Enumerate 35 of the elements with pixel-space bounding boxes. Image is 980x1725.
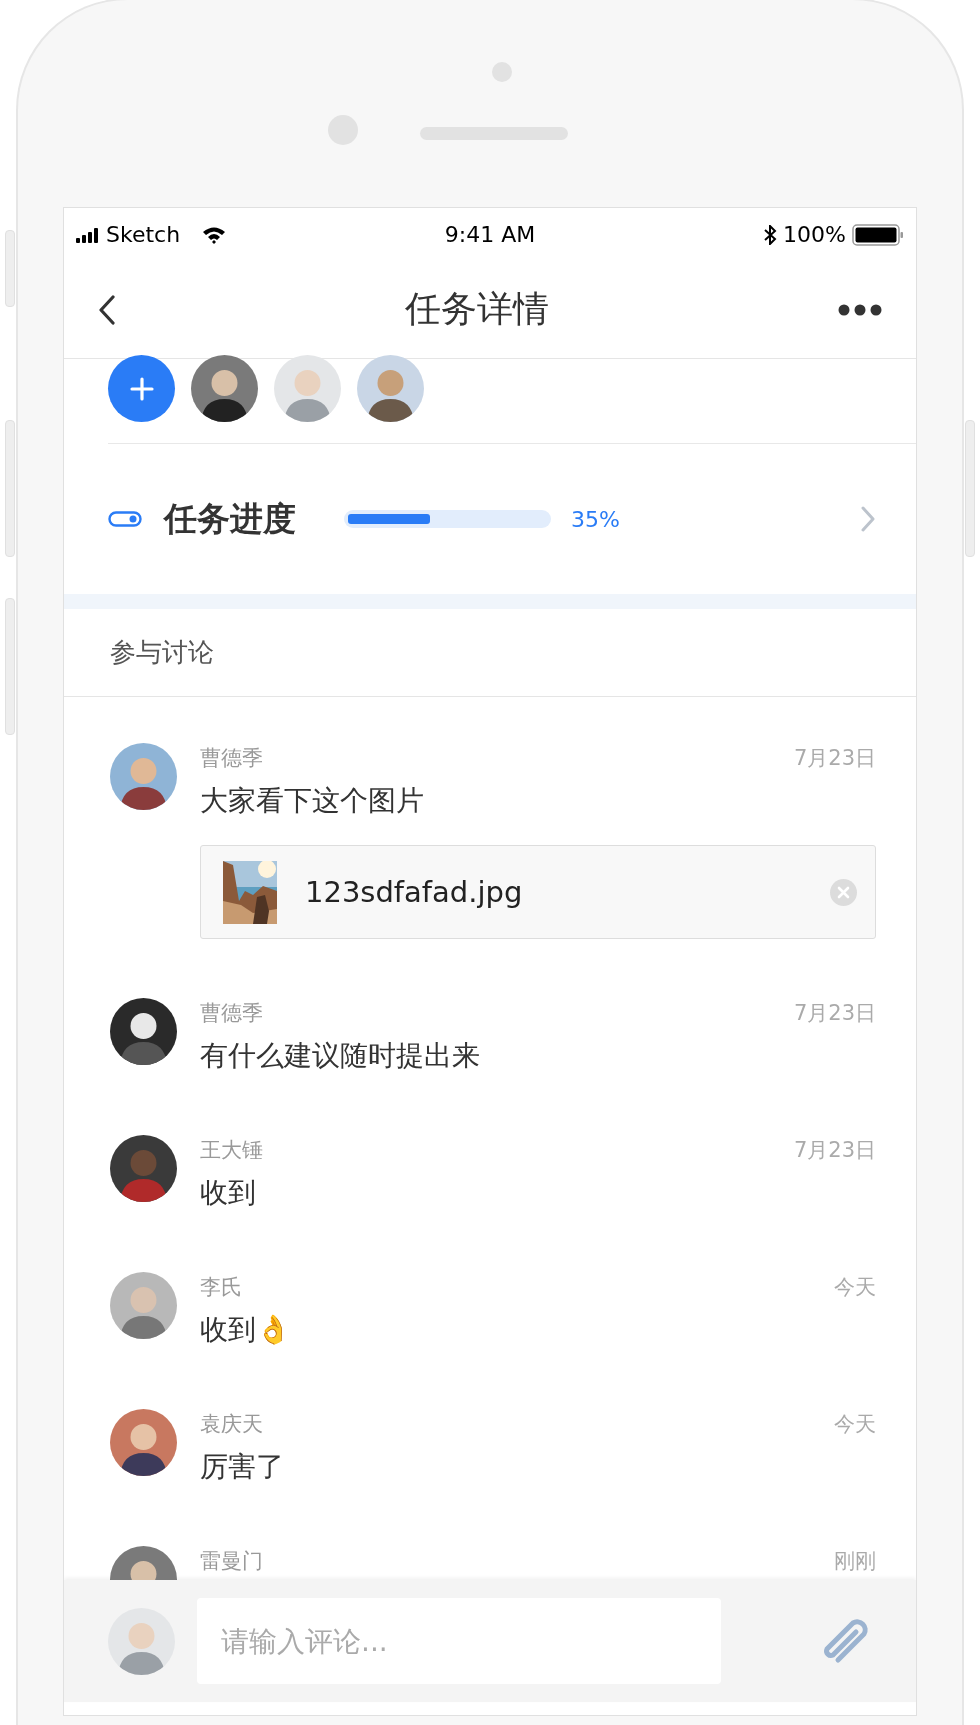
- progress-percent: 35%: [571, 506, 621, 532]
- comment-date: 今天: [834, 1411, 876, 1438]
- comment-date: 今天: [834, 1274, 876, 1301]
- comment-text: 大家看下这个图片: [200, 783, 425, 819]
- comment-date: 7月23日: [793, 1000, 876, 1027]
- commenter-name: 王大锤: [200, 1137, 263, 1164]
- more-icon[interactable]: [838, 303, 882, 316]
- progress-label: 任务进度: [164, 497, 296, 540]
- clock-time: 9:41 AM: [443, 222, 537, 247]
- plus-icon: [129, 376, 154, 401]
- comment-date: 7月23日: [793, 745, 876, 772]
- comment-text: 厉害了: [200, 1449, 285, 1485]
- battery-icon: [852, 223, 904, 246]
- bluetooth-icon: [763, 224, 778, 245]
- commenter-name: 袁庆天: [200, 1411, 263, 1438]
- carrier-name: Sketch: [106, 222, 181, 247]
- comment-input[interactable]: 请输入评论...: [197, 1598, 721, 1684]
- comment-text: 有什么建议随时提出来: [200, 1038, 481, 1074]
- section-title: 参与讨论: [110, 636, 214, 669]
- comment-date: 7月23日: [793, 1137, 876, 1164]
- comment-text: 收到👌: [200, 1312, 292, 1348]
- signal-icon: [76, 226, 98, 243]
- commenter-name: 雷曼门: [200, 1548, 263, 1575]
- attachment-card[interactable]: 123sdfafad.jpg: [200, 845, 876, 939]
- file-name: 123sdfafad.jpg: [305, 875, 524, 909]
- commenter-name: 曹德季: [200, 1000, 263, 1027]
- back-icon[interactable]: [98, 294, 116, 325]
- commenter-name: 曹德季: [200, 745, 263, 772]
- comment-date: 刚刚: [834, 1548, 876, 1575]
- battery-percent: 100%: [783, 222, 846, 247]
- wifi-icon: [202, 225, 227, 244]
- page-title: 任务详情: [405, 287, 549, 331]
- commenter-name: 李氏: [200, 1274, 242, 1301]
- toggle-icon: [108, 511, 142, 527]
- comment-text: 收到: [200, 1175, 257, 1211]
